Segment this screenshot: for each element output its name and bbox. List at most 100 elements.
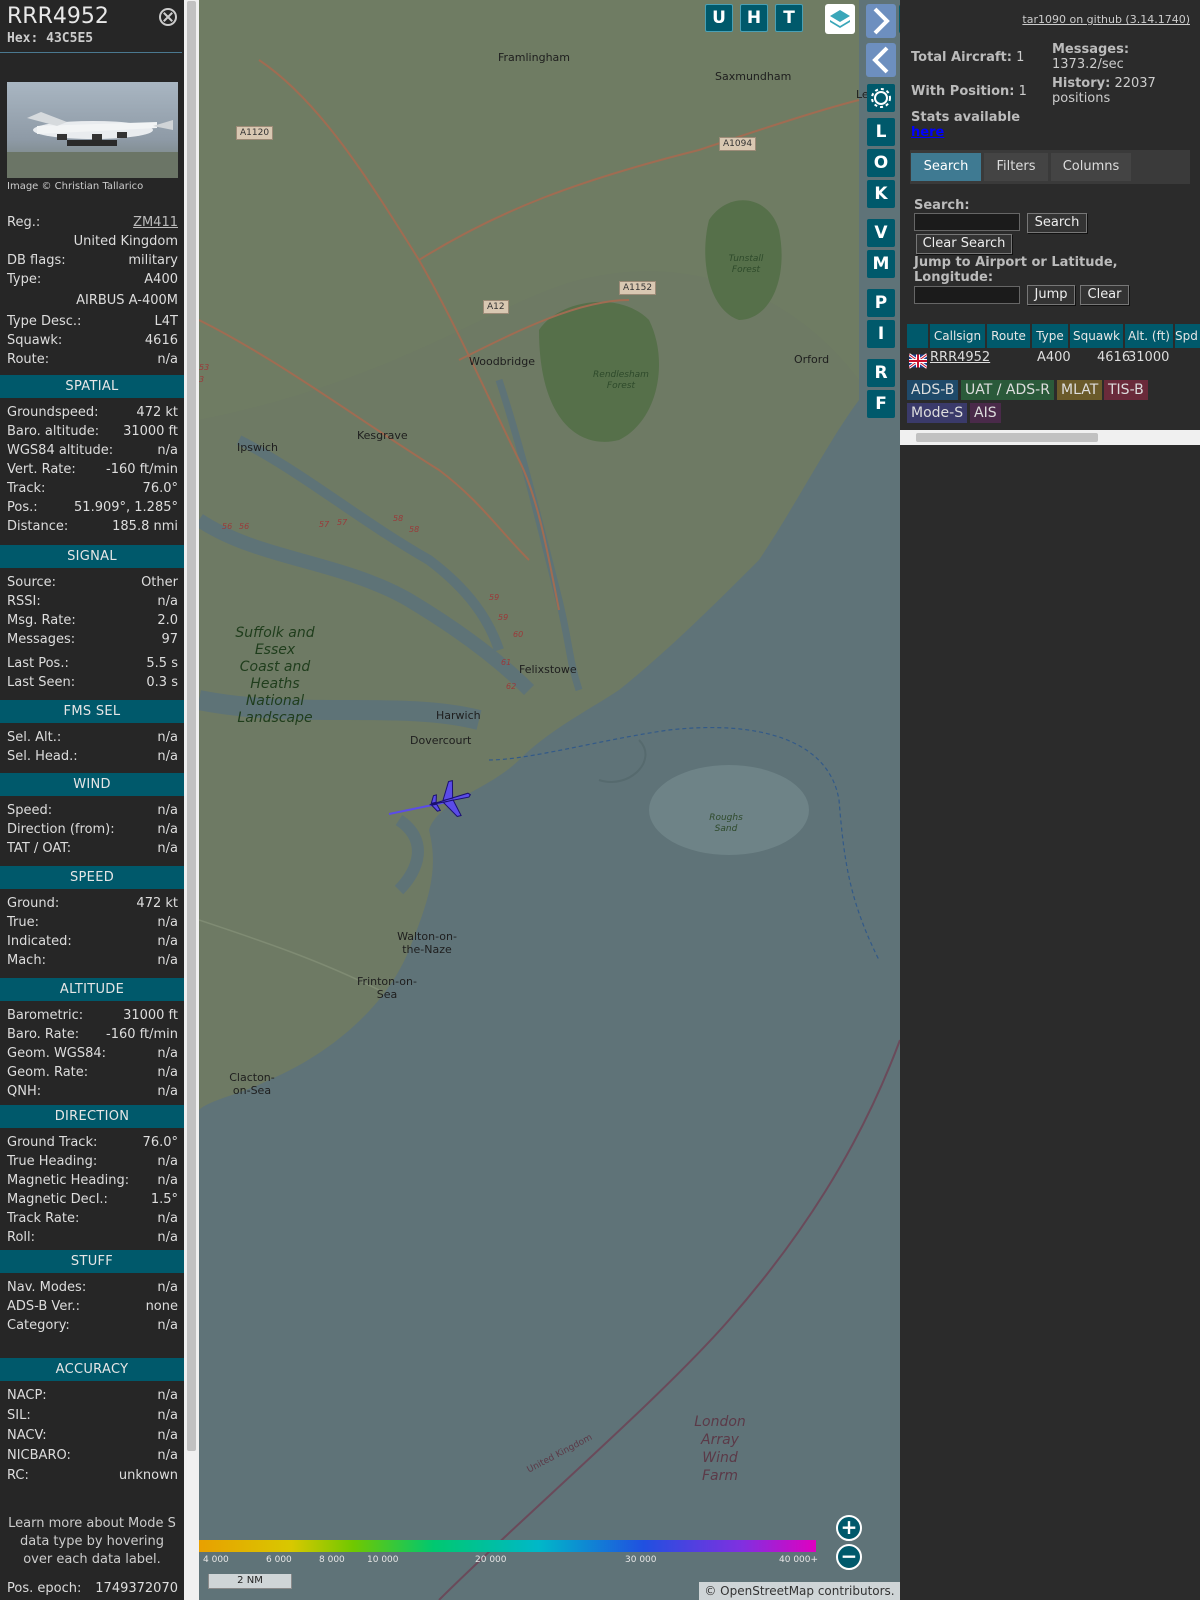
section-header-direction[interactable]: DIRECTION (0, 1105, 184, 1128)
pos-epoch-value: 1749372070 (95, 1581, 178, 1596)
section-row: Vert. Rate: -160 ft/min (7, 461, 178, 479)
source-chip-uat[interactable]: UAT / ADS-R (961, 380, 1054, 400)
table-horizontal-scrollbar[interactable] (900, 430, 1200, 445)
section-header-spatial[interactable]: SPATIAL (0, 375, 184, 398)
toggle-i-button[interactable]: I (867, 320, 895, 348)
detail-row: Route: n/a (7, 351, 178, 369)
info-label: Reg.: (7, 215, 41, 230)
column-header-callsign[interactable]: Callsign (930, 324, 985, 348)
info-value: n/a (157, 1408, 178, 1423)
info-label: SIL: (7, 1408, 31, 1423)
column-header-altitude[interactable]: Alt. (ft) (1125, 324, 1173, 348)
toggle-h-button[interactable]: H (740, 4, 768, 32)
section-row: Magnetic Heading: n/a (7, 1172, 178, 1190)
map-attribution[interactable]: © OpenStreetMap contributors. (699, 1582, 900, 1600)
info-label: Messages: (7, 632, 76, 647)
source-chip-modes[interactable]: Mode-S (907, 403, 968, 423)
aircraft-photo[interactable] (7, 82, 178, 178)
with-position-stat: With Position: 1 (911, 84, 1027, 99)
column-header-type[interactable]: Type (1032, 324, 1068, 348)
toggle-m-button[interactable]: M (867, 250, 895, 278)
info-label: NACP: (7, 1388, 47, 1403)
section-row: Distance: 185.8 nmi (7, 518, 178, 536)
source-chip-adsb[interactable]: ADS-B (907, 380, 959, 400)
total-aircraft-value: 1 (1016, 50, 1025, 65)
info-value: 4616 (144, 333, 178, 348)
map-view[interactable]: Framlingham Saxmundham Le Woodbridge Orf… (199, 0, 900, 1600)
section-row: TAT / OAT: n/a (7, 840, 178, 858)
info-label: QNH: (7, 1084, 42, 1099)
section-row: Indicated: n/a (7, 933, 178, 951)
search-input[interactable] (914, 213, 1020, 231)
toggle-f-button[interactable]: F (867, 390, 895, 418)
section-row: Barometric: 31000 ft (7, 1007, 178, 1025)
info-label: Roll: (7, 1230, 36, 1245)
column-header-speed[interactable]: Spd (1175, 324, 1200, 348)
aircraft-list-panel: tar1090 on github (3.14.1740) Total Airc… (900, 0, 1200, 1600)
close-icon[interactable] (159, 8, 177, 26)
toggle-o-button[interactable]: O (867, 149, 895, 177)
info-label: Type Desc.: (7, 314, 82, 329)
clear-search-button[interactable]: Clear Search (916, 234, 1012, 254)
source-chip-mlat[interactable]: MLAT (1057, 380, 1103, 400)
column-header-squawk[interactable]: Squawk (1070, 324, 1123, 348)
zoom-out-button[interactable]: − (836, 1544, 862, 1570)
layers-button[interactable] (825, 4, 855, 34)
tab-filters[interactable]: Filters (984, 153, 1048, 181)
junction-label: 58 (393, 514, 404, 523)
stats-link[interactable]: here (911, 125, 944, 140)
toggle-r-button[interactable]: R (867, 359, 895, 387)
section-header-altitude[interactable]: ALTITUDE (0, 978, 184, 1001)
jump-button[interactable]: Jump (1027, 285, 1075, 305)
info-label: Baro. Rate: (7, 1027, 80, 1042)
github-link[interactable]: tar1090 on github (3.14.1740) (1022, 13, 1190, 26)
info-label: Sel. Alt.: (7, 730, 62, 745)
info-value[interactable]: ZM411 (133, 214, 178, 232)
toggle-t-button[interactable]: T (775, 4, 803, 32)
tab-columns[interactable]: Columns (1051, 153, 1131, 181)
section-header-signal[interactable]: SIGNAL (0, 545, 184, 568)
sidebar-scrollbar-thumb[interactable] (187, 1, 196, 1451)
info-value: 76.0° (142, 1135, 178, 1150)
column-header-flag[interactable] (907, 324, 928, 348)
aircraft-info-panel: RRR4952 Hex: 43C5E5 Image © Christian Ta… (0, 0, 184, 1600)
row-callsign[interactable]: RRR4952 (930, 348, 990, 368)
altitude-tick: 10 000 (367, 1555, 399, 1565)
settings-button[interactable] (867, 84, 895, 112)
info-value: n/a (157, 594, 178, 609)
section-row: Track: 76.0° (7, 480, 178, 498)
source-chip-tisb[interactable]: TIS-B (1104, 380, 1148, 400)
info-value: n/a (157, 1084, 178, 1099)
aonb-label: Suffolk and Essex Coast and Heaths Natio… (235, 625, 315, 726)
section-header-wind[interactable]: WIND (0, 773, 184, 796)
clear-button[interactable]: Clear (1080, 285, 1129, 305)
source-chip-ais[interactable]: AIS (970, 403, 1001, 423)
jump-input[interactable] (914, 286, 1020, 304)
sidebar-scrollbar[interactable] (184, 0, 199, 1600)
toggle-u-button[interactable]: U (705, 4, 733, 32)
altitude-tick: 4 000 (203, 1555, 229, 1565)
tab-search[interactable]: Search (911, 153, 981, 181)
toggle-v-button[interactable]: V (867, 219, 895, 247)
toggle-l-button[interactable]: L (867, 118, 895, 146)
hex-value: 43C5E5 (46, 31, 94, 46)
section-header-stuff[interactable]: STUFF (0, 1250, 184, 1273)
next-button[interactable] (866, 4, 896, 38)
altitude-tick: 30 000 (625, 1555, 657, 1565)
toggle-k-button[interactable]: K (867, 180, 895, 208)
zoom-in-button[interactable]: + (836, 1515, 862, 1541)
search-button[interactable]: Search (1027, 213, 1087, 233)
junction-label: 59 (498, 613, 509, 622)
section-header-accuracy[interactable]: ACCURACY (0, 1358, 184, 1381)
prev-button[interactable] (866, 43, 896, 77)
toggle-p-button[interactable]: P (867, 289, 895, 317)
section-row: Geom. Rate: n/a (7, 1064, 178, 1082)
info-value: none (145, 1299, 178, 1314)
section-row: Pos.: 51.909°, 1.285° (7, 499, 178, 517)
table-scrollbar-thumb[interactable] (916, 433, 1098, 442)
column-header-route[interactable]: Route (987, 324, 1030, 348)
section-header-speed[interactable]: SPEED (0, 866, 184, 889)
section-row: Last Seen: 0.3 s (7, 674, 178, 692)
section-header-fms-sel[interactable]: FMS SEL (0, 700, 184, 723)
info-label: Speed: (7, 803, 53, 818)
